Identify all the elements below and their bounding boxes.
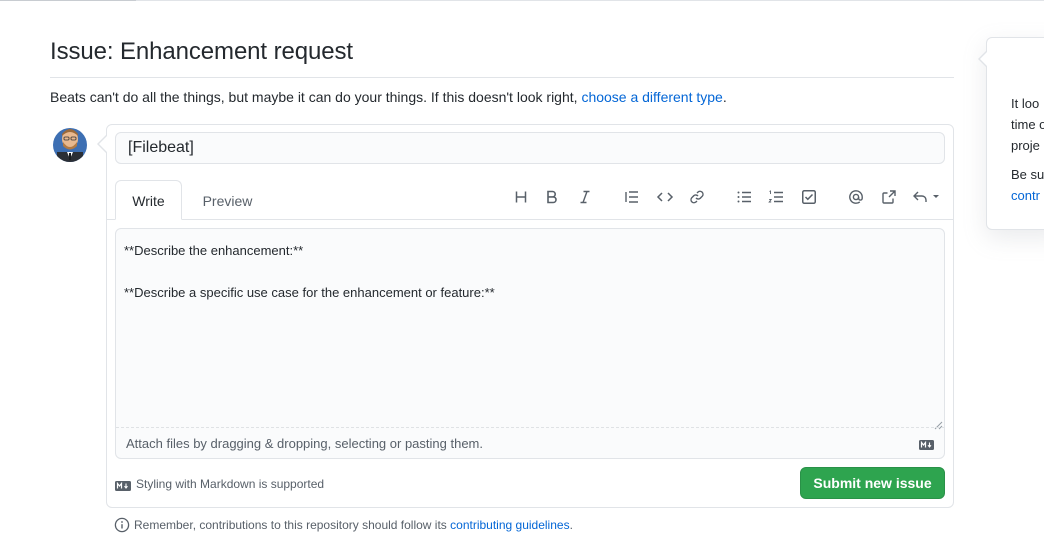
task-list-icon[interactable]: [797, 186, 821, 208]
attach-files-text[interactable]: Attach files by dragging & dropping, sel…: [126, 436, 483, 451]
template-description-end: .: [722, 89, 727, 105]
markdown-icon[interactable]: [919, 437, 934, 450]
info-icon: [114, 517, 130, 533]
quote-icon[interactable]: [620, 186, 644, 208]
popover-line-4: Be su: [1011, 167, 1044, 182]
numbered-list-icon[interactable]: [764, 186, 788, 208]
contributing-reminder: Remember, contributions to this reposito…: [134, 518, 573, 532]
form-pointer-fill: [99, 136, 107, 152]
markdown-note-icon: [115, 478, 131, 491]
top-border-accent: [0, 0, 136, 1]
popover-contributing-link[interactable]: contr: [1011, 188, 1040, 203]
header-icon[interactable]: [509, 186, 533, 208]
attach-divider: [116, 427, 944, 428]
mention-icon[interactable]: [844, 186, 868, 208]
choose-different-type-link[interactable]: choose a different type: [581, 89, 722, 105]
issue-title-input[interactable]: [Filebeat]: [115, 132, 945, 164]
issue-body-text: **Describe the enhancement:** **Describe…: [124, 243, 495, 300]
code-icon[interactable]: [653, 186, 677, 208]
tab-write[interactable]: Write: [115, 180, 182, 220]
popover-line-2: time o: [1011, 117, 1044, 132]
italic-icon[interactable]: [573, 186, 597, 208]
tab-preview[interactable]: Preview: [190, 180, 265, 220]
title-divider: [50, 77, 954, 78]
cross-reference-icon[interactable]: [877, 186, 901, 208]
markdown-supported-note[interactable]: Styling with Markdown is supported: [136, 477, 324, 491]
top-border: [0, 0, 1044, 1]
avatar[interactable]: [53, 125, 87, 163]
page-title: Issue: Enhancement request: [50, 38, 353, 65]
popover-line-1: It loo: [1011, 96, 1040, 111]
popover-line-3: proje: [1011, 138, 1040, 153]
template-description-text: Beats can't do all the things, but maybe…: [50, 89, 582, 105]
template-description: Beats can't do all the things, but maybe…: [50, 89, 727, 105]
contributing-guidelines-link[interactable]: contributing guidelines: [450, 518, 569, 532]
submit-new-issue-button[interactable]: Submit new issue: [800, 467, 945, 499]
contributing-reminder-text: Remember, contributions to this reposito…: [134, 518, 451, 532]
bold-icon[interactable]: [540, 186, 564, 208]
popover-arrow-fill: [980, 52, 987, 66]
reply-icon[interactable]: [911, 186, 943, 208]
link-icon[interactable]: [685, 186, 709, 208]
contributing-reminder-end: .: [569, 518, 573, 532]
resize-handle-icon[interactable]: [934, 417, 943, 430]
bulleted-list-icon[interactable]: [732, 186, 756, 208]
